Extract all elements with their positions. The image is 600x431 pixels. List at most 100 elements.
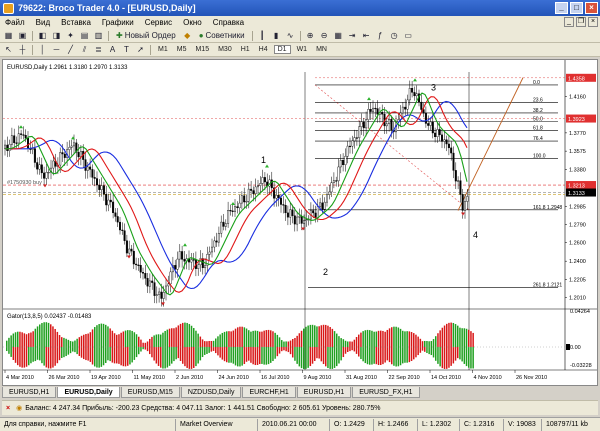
menu-help[interactable]: Справка xyxy=(212,18,245,27)
bar-chart-icon[interactable]: ┃ xyxy=(257,30,268,41)
profiles-icon[interactable]: ▣ xyxy=(17,30,28,41)
close-terminal-icon[interactable]: × xyxy=(6,405,10,412)
chart-shift-icon[interactable]: ⇤ xyxy=(361,30,372,41)
gator-bar-up xyxy=(91,329,94,347)
price-chart[interactable]: 0.0 23.6 38.2 50.0 61.8 76.4 100.0 161.8 1.2948… xyxy=(3,60,597,385)
text-icon[interactable]: A xyxy=(107,44,118,55)
gator-bar-up xyxy=(50,324,52,347)
zoom-in-icon[interactable]: ⊕ xyxy=(305,30,316,41)
gator-bar-down xyxy=(197,347,199,364)
mdi-restore-button[interactable]: ❐ xyxy=(576,17,586,27)
candle-body xyxy=(351,140,354,147)
data-window-icon[interactable]: ◨ xyxy=(51,30,62,41)
gator-bar-down xyxy=(397,347,400,367)
crosshair-icon[interactable]: ┼ xyxy=(17,44,28,55)
gator-bar-up xyxy=(241,326,243,347)
maximize-button[interactable]: □ xyxy=(570,2,583,14)
gator-bar-up xyxy=(472,332,474,347)
menu-insert[interactable]: Вставка xyxy=(60,18,92,27)
advisors-button[interactable]: ● Советники xyxy=(196,30,248,41)
label-icon[interactable]: T xyxy=(121,44,132,55)
close-button[interactable]: × xyxy=(585,2,598,14)
gator-bar-down xyxy=(369,347,371,365)
gator-bar-up xyxy=(329,327,331,347)
arrows-icon[interactable]: ➚ xyxy=(135,44,146,55)
tile-windows-icon[interactable]: ▦ xyxy=(333,30,344,41)
menu-tools[interactable]: Сервис xyxy=(144,18,173,27)
gator-bar-up xyxy=(366,329,369,347)
menu-window[interactable]: Окно xyxy=(182,18,203,27)
candle-body xyxy=(443,139,446,142)
timeframe-w1[interactable]: W1 xyxy=(294,46,311,53)
channel-icon[interactable]: ⫽ xyxy=(79,44,90,55)
navigator-icon[interactable]: ✦ xyxy=(65,30,76,41)
gator-bar-down xyxy=(19,347,21,367)
gator-bar-up xyxy=(281,340,283,347)
mdi-close-button[interactable]: × xyxy=(588,17,598,27)
gator-bar-up xyxy=(230,331,232,347)
gator-bar-down xyxy=(195,347,197,367)
gator-bar-down xyxy=(50,347,52,369)
horizontal-line-icon[interactable]: ─ xyxy=(51,44,62,55)
tab-eurusd-m15[interactable]: EURUSD,M15 xyxy=(120,387,180,398)
gator-bar-up xyxy=(186,322,188,347)
tab-eurusd-daily[interactable]: EURUSD,Daily xyxy=(57,387,120,398)
timeframe-m30[interactable]: M30 xyxy=(215,46,235,53)
fibonacci-icon[interactable]: ≣ xyxy=(93,44,104,55)
new-order-button[interactable]: ✚ Новый Ордер xyxy=(113,30,179,41)
tab-eurchf-h1[interactable]: EURCHF,H1 xyxy=(242,387,296,398)
tab-eurusd-h1-2[interactable]: EURUSD,H1 xyxy=(296,387,352,398)
menu-charts[interactable]: Графики xyxy=(101,18,135,27)
candle-chart-icon[interactable]: ▮ xyxy=(271,30,282,41)
timeframe-h4[interactable]: H4 xyxy=(256,46,271,53)
gator-bar-down xyxy=(39,347,41,361)
terminal-icon[interactable]: ▤ xyxy=(79,30,90,41)
menu-file[interactable]: Файл xyxy=(4,18,26,27)
menu-view[interactable]: Вид xyxy=(35,18,51,27)
candle-body xyxy=(227,210,230,224)
tab-nzdusd-daily[interactable]: NZDUSD,Daily xyxy=(180,387,242,398)
gator-bar-up xyxy=(83,334,85,347)
trendline-icon[interactable]: ╱ xyxy=(65,44,76,55)
wave-label: 1 xyxy=(261,155,266,165)
minimize-button[interactable]: _ xyxy=(555,2,568,14)
candle-body xyxy=(192,259,195,261)
gator-bar-down xyxy=(468,347,470,368)
timeframe-m1[interactable]: M1 xyxy=(155,46,171,53)
timeframe-m5[interactable]: M5 xyxy=(174,46,190,53)
candle-body xyxy=(441,134,444,142)
templates-icon[interactable]: ▭ xyxy=(403,30,414,41)
gator-bar-down xyxy=(292,347,294,358)
gator-bar-down xyxy=(17,347,19,366)
fib-level-label: 50.0 xyxy=(533,117,543,123)
indicators-icon[interactable]: ƒ xyxy=(375,30,386,41)
vertical-line-icon[interactable]: │ xyxy=(37,44,48,55)
timeframe-d1[interactable]: D1 xyxy=(273,45,291,54)
timeframe-h1[interactable]: H1 xyxy=(238,46,253,53)
candle-body xyxy=(125,240,128,254)
strategy-tester-icon[interactable]: ▥ xyxy=(93,30,104,41)
market-watch-icon[interactable]: ◧ xyxy=(37,30,48,41)
gator-bar-down xyxy=(41,347,43,364)
timeframe-mn[interactable]: MN xyxy=(313,46,330,53)
gator-bar-down xyxy=(232,347,235,364)
gator-bar-down xyxy=(329,347,331,369)
candle-body xyxy=(305,219,308,221)
mdi-minimize-button[interactable]: _ xyxy=(564,17,574,27)
gator-bar-up xyxy=(311,324,314,347)
metaeditor-icon[interactable]: ◆ xyxy=(182,30,193,41)
gator-bar-down xyxy=(78,347,81,356)
tab-eurusd-fx-h1[interactable]: EURUSD_FX,H1 xyxy=(352,387,420,398)
gator-bar-up xyxy=(162,332,164,347)
autoscroll-icon[interactable]: ⇥ xyxy=(347,30,358,41)
periods-icon[interactable]: ◷ xyxy=(389,30,400,41)
tab-eurusd-h1[interactable]: EURUSD,H1 xyxy=(2,387,57,398)
zoom-out-icon[interactable]: ⊖ xyxy=(319,30,330,41)
new-chart-icon[interactable]: ▦ xyxy=(3,30,14,41)
line-chart-icon[interactable]: ∿ xyxy=(285,30,296,41)
candle-body xyxy=(238,202,241,209)
timeframe-m15[interactable]: M15 xyxy=(192,46,212,53)
chart-window[interactable]: 0.0 23.6 38.2 50.0 61.8 76.4 100.0 161.8 1.2948… xyxy=(2,59,598,386)
cursor-icon[interactable]: ↖ xyxy=(3,44,14,55)
gator-bar-down xyxy=(72,347,74,352)
